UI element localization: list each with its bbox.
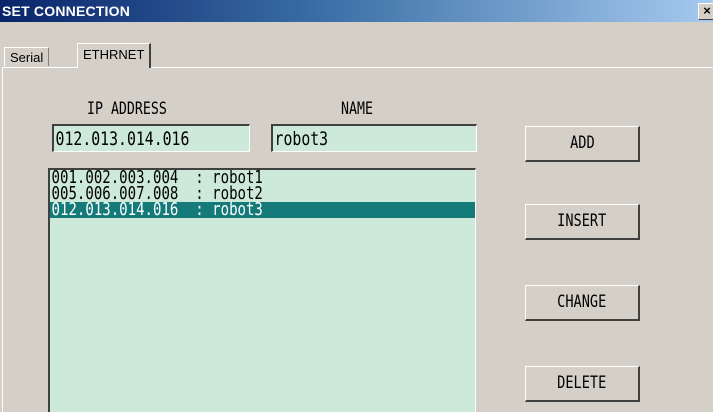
ip-address-field[interactable]	[52, 124, 250, 152]
delete-button[interactable]: DELETE	[525, 366, 640, 402]
name-label: NAME	[341, 99, 373, 119]
tab-ethernet[interactable]: ETHRNET	[77, 43, 152, 68]
tab-ethernet-label: ETHRNET	[83, 47, 145, 62]
list-item-selected[interactable]: 012.013.014.016 : robot3	[50, 201, 475, 219]
add-button[interactable]: ADD	[525, 126, 640, 162]
title-bar: SET CONNECTION ×	[0, 0, 713, 22]
name-input[interactable]	[273, 126, 476, 150]
tab-serial-label: Serial	[10, 50, 44, 65]
window-title: SET CONNECTION	[2, 3, 131, 19]
close-button[interactable]: ×	[698, 3, 713, 20]
insert-button[interactable]: INSERT	[525, 204, 640, 240]
ip-address-input[interactable]	[54, 126, 249, 150]
name-field[interactable]	[271, 124, 477, 152]
ip-address-label: IP ADDRESS	[87, 99, 167, 119]
change-button[interactable]: CHANGE	[525, 285, 640, 321]
connection-list[interactable]: 001.002.003.004 : robot1 005.006.007.008…	[48, 168, 476, 412]
tab-serial[interactable]: Serial	[4, 47, 50, 66]
close-icon[interactable]: ×	[703, 3, 711, 18]
